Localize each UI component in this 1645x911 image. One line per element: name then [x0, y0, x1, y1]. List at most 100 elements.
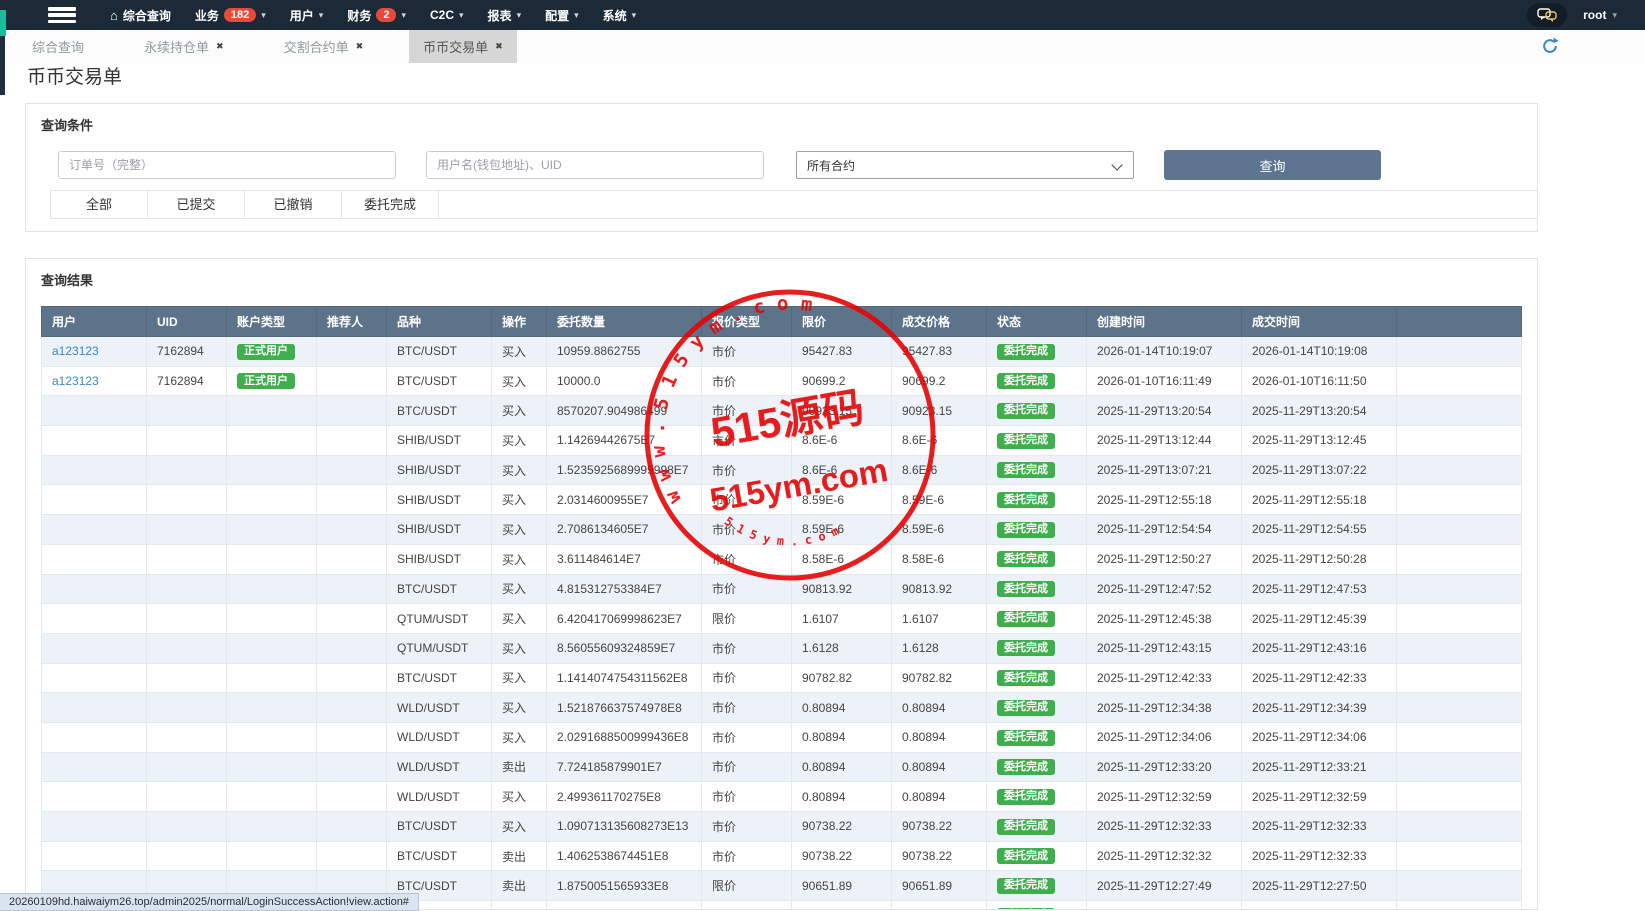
- table-cell: [547, 901, 702, 910]
- username-input[interactable]: [426, 151, 764, 179]
- refresh-button[interactable]: [1541, 37, 1559, 55]
- table-cell: 买入: [492, 722, 547, 752]
- status-badge: 委托完成: [997, 730, 1055, 746]
- table-cell: [42, 633, 147, 663]
- table-cell: [42, 574, 147, 604]
- table-cell: [42, 693, 147, 723]
- table-cell: [42, 841, 147, 871]
- nav-item-label: 财务: [347, 7, 371, 24]
- user-menu[interactable]: root ▾: [1583, 8, 1617, 22]
- table-cell: 正式用户: [227, 337, 317, 367]
- search-button[interactable]: 查询: [1164, 150, 1381, 180]
- status-filter-2[interactable]: 已撤销: [245, 191, 342, 218]
- menu-toggle-button[interactable]: [48, 7, 76, 23]
- table-cell: [317, 782, 387, 812]
- nav-item-7[interactable]: 系统▾: [591, 0, 649, 30]
- table-cell: 委托完成: [987, 515, 1087, 545]
- table-cell: 1.6128: [892, 633, 987, 663]
- user-link[interactable]: a123123: [52, 344, 99, 358]
- top-navbar: ⌂综合查询业务182▾用户▾财务2▾C2C▾报表▾配置▾系统▾ root ▾: [0, 0, 1645, 30]
- table-cell: [147, 722, 227, 752]
- query-results-panel: 查询结果 用户UID账户类型推荐人品种操作委托数量报价类型限价成交价格状态创建时…: [25, 258, 1538, 910]
- table-cell: 1.14269442675E7: [547, 426, 702, 456]
- nav-item-4[interactable]: C2C▾: [418, 0, 476, 30]
- nav-item-1[interactable]: 业务182▾: [183, 0, 278, 30]
- table-cell: [317, 337, 387, 367]
- query-conditions-panel: 查询条件 所有合约 查询 全部已提交已撤销委托完成: [25, 103, 1538, 232]
- table-cell: [1397, 396, 1522, 426]
- tab-close-icon[interactable]: ✖: [216, 41, 224, 52]
- table-cell: 10000.0: [547, 366, 702, 396]
- table-cell: [1242, 901, 1397, 910]
- contract-select[interactable]: 所有合约: [796, 151, 1134, 179]
- tab-bar: 综合查询 永续持仓单✖ 交割合约单 ✖ 币币交易单 ✖: [0, 30, 1645, 63]
- tab-1[interactable]: 永续持仓单✖: [130, 30, 238, 63]
- table-cell: 6.420417069998623E7: [547, 604, 702, 634]
- table-cell: 2025-11-29T13:12:44: [1087, 426, 1242, 456]
- status-filter-3[interactable]: 委托完成: [342, 191, 439, 218]
- table-cell: 2025-11-29T12:32:33: [1242, 812, 1397, 842]
- table-cell: 2025-11-29T12:34:38: [1087, 693, 1242, 723]
- tab-0[interactable]: 综合查询: [18, 30, 98, 63]
- sidebar-edge-accent: [0, 10, 6, 36]
- table-cell: 2025-11-29T12:33:21: [1242, 752, 1397, 782]
- column-header: 限价: [792, 307, 892, 337]
- table-cell: BTC/USDT: [387, 663, 492, 693]
- tab-label: 币币交易单: [423, 37, 488, 56]
- table-cell: [227, 782, 317, 812]
- order-number-input[interactable]: [58, 151, 396, 179]
- table-cell: 8.59E-6: [892, 485, 987, 515]
- nav-item-6[interactable]: 配置▾: [533, 0, 591, 30]
- table-cell: 2025-11-29T13:12:45: [1242, 426, 1397, 456]
- table-cell: 90813.92: [892, 574, 987, 604]
- tab-close-icon[interactable]: ✖: [356, 41, 364, 52]
- table-cell: [42, 544, 147, 574]
- table-cell: 委托完成: [987, 574, 1087, 604]
- table-cell: [317, 366, 387, 396]
- nav-item-3[interactable]: 财务2▾: [335, 0, 418, 30]
- user-link[interactable]: a123123: [52, 374, 99, 388]
- table-cell: 2025-11-29T12:43:16: [1242, 633, 1397, 663]
- table-cell: 2025-11-29T12:55:18: [1242, 485, 1397, 515]
- tab-2[interactable]: 交割合约单 ✖: [270, 30, 378, 63]
- tab-label: 交割合约单: [284, 37, 349, 56]
- table-cell: 2025-11-29T12:54:54: [1087, 515, 1242, 545]
- account-type-badge: 正式用户: [237, 344, 295, 360]
- column-header: 成交时间: [1242, 307, 1397, 337]
- table-cell: [227, 693, 317, 723]
- table-cell: 2025-11-29T12:32:59: [1242, 782, 1397, 812]
- table-cell: 市价: [702, 515, 792, 545]
- table-cell: SHIB/USDT: [387, 515, 492, 545]
- table-cell: 2025-11-29T12:50:28: [1242, 544, 1397, 574]
- status-filter-1[interactable]: 已提交: [148, 191, 245, 218]
- status-filter-0[interactable]: 全部: [50, 191, 148, 218]
- table-cell: a123123: [42, 366, 147, 396]
- home-icon: ⌂: [110, 8, 118, 23]
- table-cell: 2.0291688500999436E8: [547, 722, 702, 752]
- tab-3[interactable]: 币币交易单 ✖: [409, 30, 517, 63]
- tab-label: 综合查询: [32, 37, 84, 56]
- table-row: BTC/USDT买入8570207.904986499市价90923.15909…: [42, 396, 1522, 426]
- table-cell: [317, 752, 387, 782]
- table-cell: 委托完成: [987, 455, 1087, 485]
- table-cell: 1.521876637574978E8: [547, 693, 702, 723]
- table-row: WLD/USDT卖出7.724185879901E7市价0.808940.808…: [42, 752, 1522, 782]
- table-cell: 8.59E-6: [792, 485, 892, 515]
- nav-item-5[interactable]: 报表▾: [476, 0, 534, 30]
- table-cell: SHIB/USDT: [387, 426, 492, 456]
- table-cell: 市价: [702, 752, 792, 782]
- refresh-icon: [1541, 37, 1559, 55]
- nav-item-0[interactable]: ⌂综合查询: [98, 0, 183, 30]
- table-cell: 2025-11-29T12:34:39: [1242, 693, 1397, 723]
- messages-button[interactable]: [1527, 3, 1567, 27]
- table-cell: 90782.82: [892, 663, 987, 693]
- table-cell: [317, 604, 387, 634]
- table-cell: [1397, 366, 1522, 396]
- query-panel-title: 查询条件: [41, 115, 93, 134]
- table-cell: 2.499361170275E8: [547, 782, 702, 812]
- table-cell: 2025-11-29T12:42:33: [1242, 663, 1397, 693]
- nav-item-2[interactable]: 用户▾: [278, 0, 336, 30]
- tab-close-icon[interactable]: ✖: [495, 41, 503, 52]
- table-cell: 90782.82: [792, 663, 892, 693]
- table-cell: [317, 633, 387, 663]
